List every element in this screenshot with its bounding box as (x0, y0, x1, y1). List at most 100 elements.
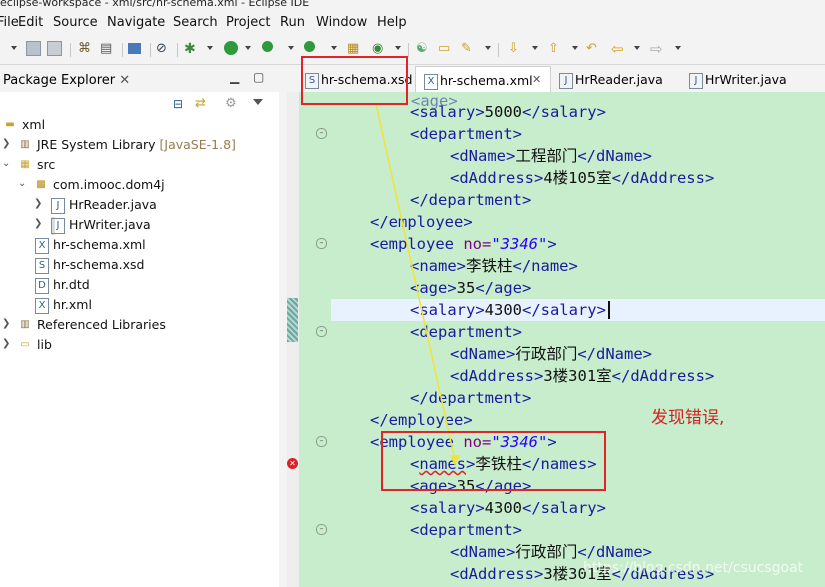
code-line: <salary>5000</salary> (410, 103, 606, 121)
code-line: </employee> (370, 213, 473, 231)
code-line: <dAddress>4楼105室</dAddress> (450, 169, 715, 187)
chevron-right-icon[interactable]: ❯ (2, 338, 10, 349)
tab-hrwriter-java[interactable]: J HrWriter.java (687, 66, 807, 92)
toggle-breadcrumb-icon[interactable]: ⌘ (78, 41, 94, 57)
console-icon[interactable] (128, 43, 141, 54)
fold-toggle-icon[interactable]: – (316, 436, 327, 447)
coverage-dropdown-icon[interactable] (288, 46, 294, 50)
menu-run[interactable]: Run (280, 15, 305, 30)
tree-item-hrwriter[interactable]: ❯ J HrWriter.java (34, 217, 151, 235)
fold-toggle-icon[interactable]: – (316, 326, 327, 337)
menu-source[interactable]: Source (53, 15, 98, 30)
search-icon[interactable]: ✎ (461, 41, 477, 57)
forward-icon[interactable]: ⇨ (650, 41, 666, 57)
annotation-box-error (381, 431, 606, 491)
last-edit-location-icon[interactable]: ↶ (586, 41, 602, 57)
save-all-icon[interactable] (47, 41, 62, 56)
current-code-line: <salary>4300</salary> (331, 299, 825, 321)
run-dropdown-icon[interactable] (245, 46, 251, 50)
quick-diff-marker (287, 298, 298, 342)
package-explorer-tab[interactable]: Package Explorer ✕ (3, 73, 130, 88)
error-marker-icon[interactable]: ✕ (287, 458, 298, 469)
xsd-file-icon: S (35, 258, 49, 274)
debug-dropdown-icon[interactable] (207, 46, 213, 50)
close-icon[interactable]: ✕ (119, 73, 130, 88)
menu-help[interactable]: Help (377, 15, 407, 30)
xml-file-icon: X (35, 298, 49, 314)
watermark: https://blog.csdn.net/csucsgoat (583, 560, 804, 576)
open-type-icon[interactable]: ☯ (416, 41, 432, 57)
window-title: eclipse-workspace - xml/src/hr-schema.xm… (0, 0, 310, 9)
chevron-down-icon[interactable]: ⌄ (18, 178, 26, 189)
debug-icon[interactable]: ✱ (184, 41, 200, 57)
code-line: <age>35</age> (410, 279, 532, 297)
code-line: </department> (410, 191, 532, 209)
library-icon: ▥ (20, 139, 30, 150)
package-icon: ▩ (36, 179, 46, 190)
code-line: <dAddress>3楼301室</dAddress> (450, 367, 715, 385)
forward-dropdown-icon[interactable] (675, 46, 681, 50)
fold-toggle-icon[interactable]: – (316, 524, 327, 535)
run-icon[interactable] (224, 41, 238, 55)
library-icon: ▥ (20, 319, 30, 330)
link-with-editor-icon[interactable]: ⇄ (195, 96, 209, 111)
java-file-icon: J (51, 218, 65, 234)
tab-hrreader-java[interactable]: J HrReader.java (555, 66, 675, 92)
fold-toggle-icon[interactable]: – (316, 128, 327, 139)
new-class-icon[interactable]: ◉ (372, 41, 388, 57)
back-icon[interactable]: ⇦ (611, 41, 627, 57)
menu-navigate[interactable]: Navigate (107, 15, 165, 30)
view-menu-icon[interactable] (253, 99, 263, 105)
xml-editor[interactable]: <age> <salary>5000</salary> <department>… (299, 92, 825, 587)
panel-divider[interactable] (279, 66, 286, 587)
code-line: <name>李铁柱</name> (410, 257, 578, 275)
new-package-icon[interactable]: ▦ (347, 41, 363, 57)
close-tab-icon[interactable]: ✕ (532, 73, 541, 86)
new-dropdown-icon[interactable] (11, 46, 17, 50)
code-line: <dName>行政部门</dName> (450, 345, 652, 363)
chevron-right-icon[interactable]: ❯ (34, 198, 42, 209)
new-class-dropdown-icon[interactable] (395, 46, 401, 50)
search-dropdown-icon[interactable] (485, 46, 491, 50)
code-line: <salary>4300</salary> (410, 499, 606, 517)
collapse-all-icon[interactable]: ⊟ (173, 97, 187, 111)
tab-hr-schema-xml[interactable]: X hr-schema.xml ✕ (415, 66, 551, 93)
maximize-icon[interactable]: ▢ (253, 70, 264, 84)
menu-project[interactable]: Project (226, 15, 270, 30)
external-tools-icon[interactable] (304, 41, 315, 52)
java-file-icon: J (689, 73, 703, 89)
annotation-text: 发现错误, (651, 408, 725, 428)
save-icon[interactable] (26, 41, 41, 56)
filters-icon[interactable]: ⚙ (225, 96, 239, 111)
next-annotation-dropdown-icon[interactable] (532, 46, 538, 50)
open-folder-icon[interactable]: ▭ (438, 41, 454, 57)
external-tools-dropdown-icon[interactable] (331, 46, 337, 50)
back-dropdown-icon[interactable] (634, 46, 640, 50)
menu-file[interactable]: File (0, 15, 19, 30)
menu-edit[interactable]: Edit (18, 15, 43, 30)
code-line: <department> (410, 323, 522, 341)
annotation-box-xsd-tab (301, 56, 408, 105)
code-line: </employee> (370, 411, 473, 429)
code-line: <employee no="3346"> (370, 235, 557, 253)
fold-toggle-icon[interactable]: – (316, 238, 327, 249)
xml-file-icon: X (35, 238, 49, 254)
chevron-right-icon[interactable]: ❯ (2, 138, 10, 149)
menu-search[interactable]: Search (173, 15, 218, 30)
dtd-file-icon: D (35, 278, 49, 294)
next-annotation-icon[interactable]: ⇩ (508, 41, 524, 57)
project-folder-icon: ▬ (5, 119, 15, 130)
menu-bar: File Edit Source Navigate Search Project… (0, 13, 825, 35)
word-wrap-icon[interactable]: ▤ (100, 41, 116, 57)
coverage-icon[interactable] (262, 41, 273, 52)
skip-breakpoints-icon[interactable]: ⊘ (156, 41, 172, 57)
previous-annotation-dropdown-icon[interactable] (572, 46, 578, 50)
previous-annotation-icon[interactable]: ⇧ (548, 41, 564, 57)
code-line: <department> (410, 521, 522, 539)
chevron-right-icon[interactable]: ❯ (34, 218, 42, 229)
minimize-icon[interactable]: ▁ (230, 70, 239, 84)
toolbar: ⌘ ▤ ⊘ ✱ ▦ ◉ ☯ ▭ ✎ ⇩ ⇧ ↶ ⇦ ⇨ (0, 36, 825, 65)
chevron-down-icon[interactable]: ⌄ (2, 158, 10, 169)
menu-window[interactable]: Window (316, 15, 367, 30)
chevron-right-icon[interactable]: ❯ (2, 318, 10, 329)
